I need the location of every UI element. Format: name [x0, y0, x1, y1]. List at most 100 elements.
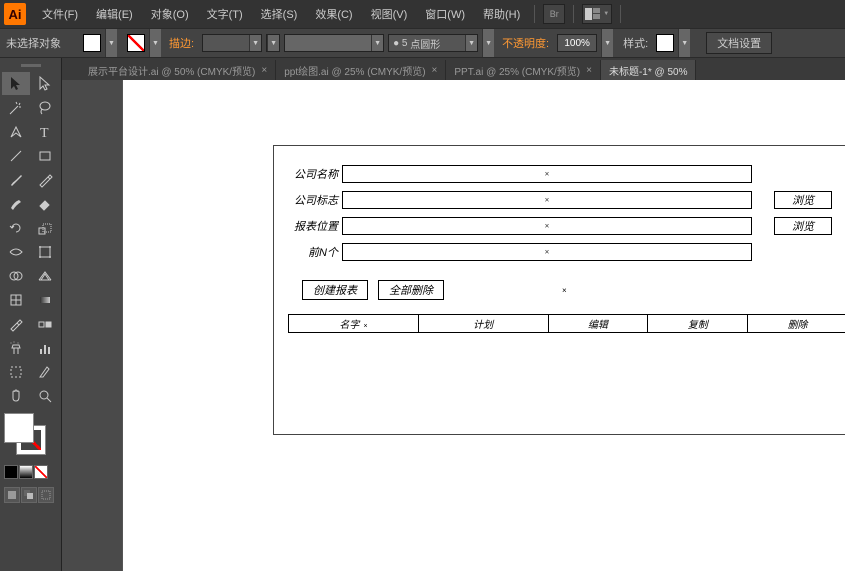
symbol-sprayer-tool[interactable] — [2, 336, 30, 359]
pen-tool[interactable] — [2, 120, 30, 143]
width-tool[interactable] — [2, 240, 30, 263]
col-delete[interactable]: 删除 — [748, 315, 845, 333]
draw-behind[interactable] — [21, 487, 37, 503]
opacity-dropdown[interactable]: ▼ — [601, 29, 613, 57]
control-bar: 未选择对象 ▼ ▼ 描边: ▼ ▼ ▼ ● 5 点圆形 ▼ ▼ 不透明度: ▼ … — [0, 28, 845, 58]
selection-tool[interactable] — [2, 72, 30, 95]
close-icon[interactable]: × — [586, 65, 592, 76]
document-setup-button[interactable]: 文档设置 — [706, 32, 772, 54]
menu-edit[interactable]: 编辑(E) — [88, 2, 141, 26]
stroke-swatch[interactable] — [127, 34, 145, 52]
svg-text:T: T — [40, 126, 49, 140]
none-mode[interactable] — [34, 465, 48, 479]
input-report-location[interactable]: × — [342, 217, 752, 235]
canvas-viewport[interactable]: 公司名称 × 公司标志 × 浏览 报表位置 × 浏览 前N个 — [62, 80, 845, 571]
clear-all-button[interactable]: 全部删除 — [378, 280, 444, 300]
menu-type[interactable]: 文字(T) — [199, 2, 251, 26]
input-company-logo[interactable]: × — [342, 191, 752, 209]
input-top-n[interactable]: × — [342, 243, 752, 261]
doc-tab-0[interactable]: 展示平台设计.ai @ 50% (CMYK/预览)× — [80, 60, 276, 80]
fill-color[interactable] — [4, 413, 34, 443]
input-company-name[interactable]: × — [342, 165, 752, 183]
pencil-tool[interactable] — [31, 168, 59, 191]
scale-tool[interactable] — [31, 216, 59, 239]
document-tabs: 展示平台设计.ai @ 50% (CMYK/预览)× ppt绘图.ai @ 25… — [62, 58, 845, 80]
shape-builder-tool[interactable] — [2, 264, 30, 287]
stroke-weight[interactable]: ▼ — [202, 34, 262, 52]
slice-tool[interactable] — [31, 360, 59, 383]
free-transform-tool[interactable] — [31, 240, 59, 263]
menubar: Ai 文件(F) 编辑(E) 对象(O) 文字(T) 选择(S) 效果(C) 视… — [0, 0, 845, 28]
graphic-style-swatch[interactable] — [656, 34, 674, 52]
opacity-input[interactable] — [557, 34, 597, 52]
form-panel: 公司名称 × 公司标志 × 浏览 报表位置 × 浏览 前N个 — [273, 145, 845, 435]
style-dropdown[interactable]: ▼ — [678, 29, 690, 57]
blob-brush-tool[interactable] — [2, 192, 30, 215]
column-graph-tool[interactable] — [31, 336, 59, 359]
menu-select[interactable]: 选择(S) — [253, 2, 306, 26]
doc-tab-1[interactable]: ppt绘图.ai @ 25% (CMYK/预览)× — [276, 60, 446, 80]
color-mode[interactable] — [4, 465, 18, 479]
menu-window[interactable]: 窗口(W) — [417, 2, 473, 26]
gradient-tool[interactable] — [31, 288, 59, 311]
artboard: 公司名称 × 公司标志 × 浏览 报表位置 × 浏览 前N个 — [122, 80, 845, 571]
col-plan[interactable]: 计划 — [418, 315, 548, 333]
var-width-profile[interactable]: ▼ — [266, 34, 280, 52]
close-icon[interactable]: × — [432, 65, 438, 76]
type-tool[interactable]: T — [31, 120, 59, 143]
screen-modes — [0, 485, 61, 505]
hand-tool[interactable] — [2, 384, 30, 407]
rotate-tool[interactable] — [2, 216, 30, 239]
color-swatches[interactable] — [0, 409, 61, 483]
doc-tab-2[interactable]: PPT.ai @ 25% (CMYK/预览)× — [446, 60, 601, 80]
gradient-mode[interactable] — [19, 465, 33, 479]
browse-location-button[interactable]: 浏览 — [774, 217, 832, 235]
toolbox: T — [0, 58, 62, 571]
app-logo: Ai — [4, 3, 26, 25]
eyedropper-tool[interactable] — [2, 312, 30, 335]
bridge-icon[interactable]: Br — [543, 4, 565, 24]
direct-selection-tool[interactable] — [31, 72, 59, 95]
arrange-docs-icon[interactable]: ▼ — [582, 4, 612, 24]
blend-tool[interactable] — [31, 312, 59, 335]
brush-style[interactable]: ● 5 点圆形 ▼ — [388, 34, 478, 52]
doc-tab-3[interactable]: 未标题-1* @ 50% — [601, 60, 697, 80]
col-edit[interactable]: 编辑 — [548, 315, 648, 333]
col-copy[interactable]: 复制 — [648, 315, 748, 333]
line-tool[interactable] — [2, 144, 30, 167]
brush-def[interactable]: ▼ — [284, 34, 384, 52]
opacity-label: 不透明度: — [502, 35, 549, 51]
fill-swatch[interactable] — [83, 34, 101, 52]
label-top-n: 前N个 — [284, 244, 342, 260]
anchor-mark: × — [562, 286, 567, 295]
menu-effect[interactable]: 效果(C) — [307, 2, 360, 26]
lasso-tool[interactable] — [31, 96, 59, 119]
zoom-tool[interactable] — [31, 384, 59, 407]
menu-view[interactable]: 视图(V) — [363, 2, 416, 26]
rectangle-tool[interactable] — [31, 144, 59, 167]
mesh-tool[interactable] — [2, 288, 30, 311]
draw-normal[interactable] — [4, 487, 20, 503]
label-company-name: 公司名称 — [284, 166, 342, 182]
draw-inside[interactable] — [38, 487, 54, 503]
fill-dropdown[interactable]: ▼ — [105, 29, 117, 57]
eraser-tool[interactable] — [31, 192, 59, 215]
paintbrush-tool[interactable] — [2, 168, 30, 191]
menu-file[interactable]: 文件(F) — [34, 2, 86, 26]
menu-object[interactable]: 对象(O) — [143, 2, 197, 26]
browse-logo-button[interactable]: 浏览 — [774, 191, 832, 209]
stroke-dropdown[interactable]: ▼ — [149, 29, 161, 57]
magic-wand-tool[interactable] — [2, 96, 30, 119]
menu-help[interactable]: 帮助(H) — [475, 2, 528, 26]
toolbox-grip[interactable] — [0, 60, 61, 70]
label-report-location: 报表位置 — [284, 218, 342, 234]
col-name[interactable]: 名字× — [289, 315, 419, 333]
selection-status: 未选择对象 — [6, 35, 61, 51]
create-report-button[interactable]: 创建报表 — [302, 280, 368, 300]
close-icon[interactable]: × — [261, 65, 267, 76]
report-table: 名字× 计划 编辑 复制 删除 — [288, 314, 845, 333]
artboard-tool[interactable] — [2, 360, 30, 383]
label-company-logo: 公司标志 — [284, 192, 342, 208]
brush-lib[interactable]: ▼ — [482, 29, 494, 57]
perspective-grid-tool[interactable] — [31, 264, 59, 287]
